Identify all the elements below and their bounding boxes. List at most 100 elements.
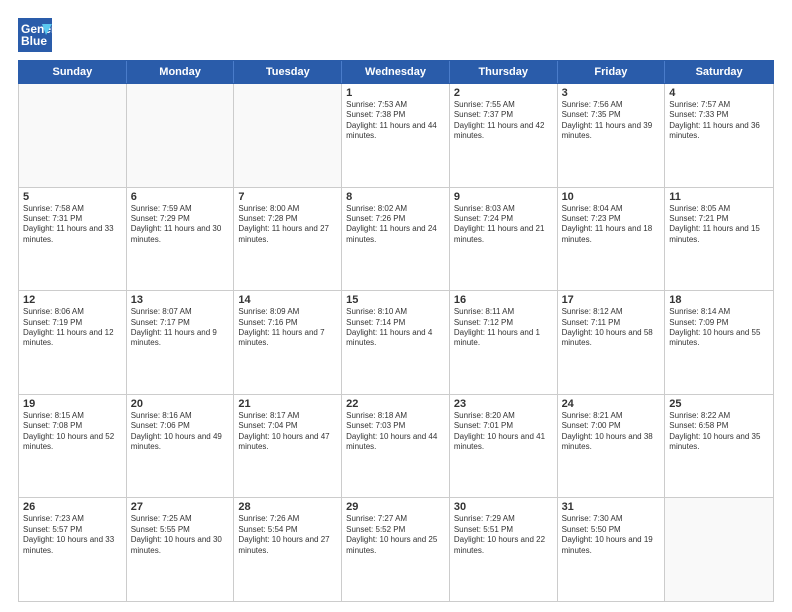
day-info: Sunrise: 7:27 AM Sunset: 5:52 PM Dayligh… bbox=[346, 514, 445, 556]
day-number: 21 bbox=[238, 398, 337, 410]
day-number: 9 bbox=[454, 191, 553, 203]
weekday-label: Monday bbox=[127, 61, 235, 83]
day-info: Sunrise: 8:22 AM Sunset: 6:58 PM Dayligh… bbox=[669, 411, 769, 453]
day-number: 27 bbox=[131, 501, 230, 513]
calendar: SundayMondayTuesdayWednesdayThursdayFrid… bbox=[18, 60, 774, 602]
calendar-cell: 23Sunrise: 8:20 AM Sunset: 7:01 PM Dayli… bbox=[450, 395, 558, 498]
day-number: 31 bbox=[562, 501, 661, 513]
day-number: 1 bbox=[346, 87, 445, 99]
day-info: Sunrise: 8:14 AM Sunset: 7:09 PM Dayligh… bbox=[669, 307, 769, 349]
calendar-cell: 4Sunrise: 7:57 AM Sunset: 7:33 PM Daylig… bbox=[665, 84, 773, 187]
calendar-cell: 20Sunrise: 8:16 AM Sunset: 7:06 PM Dayli… bbox=[127, 395, 235, 498]
day-info: Sunrise: 7:26 AM Sunset: 5:54 PM Dayligh… bbox=[238, 514, 337, 556]
day-number: 19 bbox=[23, 398, 122, 410]
day-info: Sunrise: 8:00 AM Sunset: 7:28 PM Dayligh… bbox=[238, 204, 337, 246]
weekday-label: Sunday bbox=[19, 61, 127, 83]
calendar-cell: 12Sunrise: 8:06 AM Sunset: 7:19 PM Dayli… bbox=[19, 291, 127, 394]
calendar-cell: 18Sunrise: 8:14 AM Sunset: 7:09 PM Dayli… bbox=[665, 291, 773, 394]
calendar-row: 26Sunrise: 7:23 AM Sunset: 5:57 PM Dayli… bbox=[19, 498, 773, 601]
day-number: 24 bbox=[562, 398, 661, 410]
page: GeneralBlue SundayMondayTuesdayWednesday… bbox=[0, 0, 792, 612]
day-info: Sunrise: 8:12 AM Sunset: 7:11 PM Dayligh… bbox=[562, 307, 661, 349]
calendar-cell: 5Sunrise: 7:58 AM Sunset: 7:31 PM Daylig… bbox=[19, 188, 127, 291]
calendar-row: 5Sunrise: 7:58 AM Sunset: 7:31 PM Daylig… bbox=[19, 188, 773, 292]
day-info: Sunrise: 7:55 AM Sunset: 7:37 PM Dayligh… bbox=[454, 100, 553, 142]
calendar-cell: 7Sunrise: 8:00 AM Sunset: 7:28 PM Daylig… bbox=[234, 188, 342, 291]
calendar-cell: 21Sunrise: 8:17 AM Sunset: 7:04 PM Dayli… bbox=[234, 395, 342, 498]
day-number: 23 bbox=[454, 398, 553, 410]
day-number: 10 bbox=[562, 191, 661, 203]
day-number: 12 bbox=[23, 294, 122, 306]
calendar-cell: 9Sunrise: 8:03 AM Sunset: 7:24 PM Daylig… bbox=[450, 188, 558, 291]
calendar-row: 12Sunrise: 8:06 AM Sunset: 7:19 PM Dayli… bbox=[19, 291, 773, 395]
calendar-cell: 15Sunrise: 8:10 AM Sunset: 7:14 PM Dayli… bbox=[342, 291, 450, 394]
day-info: Sunrise: 7:25 AM Sunset: 5:55 PM Dayligh… bbox=[131, 514, 230, 556]
day-number: 15 bbox=[346, 294, 445, 306]
calendar-cell: 1Sunrise: 7:53 AM Sunset: 7:38 PM Daylig… bbox=[342, 84, 450, 187]
calendar-cell: 30Sunrise: 7:29 AM Sunset: 5:51 PM Dayli… bbox=[450, 498, 558, 601]
day-info: Sunrise: 8:02 AM Sunset: 7:26 PM Dayligh… bbox=[346, 204, 445, 246]
day-info: Sunrise: 8:10 AM Sunset: 7:14 PM Dayligh… bbox=[346, 307, 445, 349]
weekday-label: Thursday bbox=[450, 61, 558, 83]
day-number: 29 bbox=[346, 501, 445, 513]
svg-text:Blue: Blue bbox=[21, 34, 47, 48]
calendar-cell bbox=[234, 84, 342, 187]
calendar-cell: 11Sunrise: 8:05 AM Sunset: 7:21 PM Dayli… bbox=[665, 188, 773, 291]
calendar-cell: 3Sunrise: 7:56 AM Sunset: 7:35 PM Daylig… bbox=[558, 84, 666, 187]
day-number: 17 bbox=[562, 294, 661, 306]
calendar-cell: 26Sunrise: 7:23 AM Sunset: 5:57 PM Dayli… bbox=[19, 498, 127, 601]
calendar-cell: 13Sunrise: 8:07 AM Sunset: 7:17 PM Dayli… bbox=[127, 291, 235, 394]
calendar-cell: 17Sunrise: 8:12 AM Sunset: 7:11 PM Dayli… bbox=[558, 291, 666, 394]
day-info: Sunrise: 7:23 AM Sunset: 5:57 PM Dayligh… bbox=[23, 514, 122, 556]
day-info: Sunrise: 7:56 AM Sunset: 7:35 PM Dayligh… bbox=[562, 100, 661, 142]
day-number: 3 bbox=[562, 87, 661, 99]
calendar-row: 1Sunrise: 7:53 AM Sunset: 7:38 PM Daylig… bbox=[19, 84, 773, 188]
calendar-cell: 31Sunrise: 7:30 AM Sunset: 5:50 PM Dayli… bbox=[558, 498, 666, 601]
day-info: Sunrise: 8:17 AM Sunset: 7:04 PM Dayligh… bbox=[238, 411, 337, 453]
calendar-cell: 25Sunrise: 8:22 AM Sunset: 6:58 PM Dayli… bbox=[665, 395, 773, 498]
day-info: Sunrise: 8:20 AM Sunset: 7:01 PM Dayligh… bbox=[454, 411, 553, 453]
day-number: 28 bbox=[238, 501, 337, 513]
calendar-cell bbox=[665, 498, 773, 601]
day-info: Sunrise: 7:57 AM Sunset: 7:33 PM Dayligh… bbox=[669, 100, 769, 142]
day-number: 30 bbox=[454, 501, 553, 513]
calendar-cell: 24Sunrise: 8:21 AM Sunset: 7:00 PM Dayli… bbox=[558, 395, 666, 498]
header: GeneralBlue bbox=[18, 18, 774, 52]
logo-icon: GeneralBlue bbox=[18, 18, 52, 52]
weekday-label: Wednesday bbox=[342, 61, 450, 83]
day-info: Sunrise: 8:09 AM Sunset: 7:16 PM Dayligh… bbox=[238, 307, 337, 349]
calendar-body: 1Sunrise: 7:53 AM Sunset: 7:38 PM Daylig… bbox=[18, 84, 774, 602]
day-number: 22 bbox=[346, 398, 445, 410]
day-number: 20 bbox=[131, 398, 230, 410]
day-info: Sunrise: 7:58 AM Sunset: 7:31 PM Dayligh… bbox=[23, 204, 122, 246]
calendar-cell: 14Sunrise: 8:09 AM Sunset: 7:16 PM Dayli… bbox=[234, 291, 342, 394]
calendar-cell: 29Sunrise: 7:27 AM Sunset: 5:52 PM Dayli… bbox=[342, 498, 450, 601]
day-number: 8 bbox=[346, 191, 445, 203]
day-number: 26 bbox=[23, 501, 122, 513]
calendar-cell: 10Sunrise: 8:04 AM Sunset: 7:23 PM Dayli… bbox=[558, 188, 666, 291]
day-info: Sunrise: 7:29 AM Sunset: 5:51 PM Dayligh… bbox=[454, 514, 553, 556]
weekday-label: Saturday bbox=[665, 61, 773, 83]
calendar-weekday-header: SundayMondayTuesdayWednesdayThursdayFrid… bbox=[18, 60, 774, 84]
day-number: 7 bbox=[238, 191, 337, 203]
day-info: Sunrise: 7:53 AM Sunset: 7:38 PM Dayligh… bbox=[346, 100, 445, 142]
calendar-cell: 16Sunrise: 8:11 AM Sunset: 7:12 PM Dayli… bbox=[450, 291, 558, 394]
day-info: Sunrise: 8:03 AM Sunset: 7:24 PM Dayligh… bbox=[454, 204, 553, 246]
day-number: 14 bbox=[238, 294, 337, 306]
calendar-cell: 2Sunrise: 7:55 AM Sunset: 7:37 PM Daylig… bbox=[450, 84, 558, 187]
calendar-cell: 22Sunrise: 8:18 AM Sunset: 7:03 PM Dayli… bbox=[342, 395, 450, 498]
day-number: 6 bbox=[131, 191, 230, 203]
day-number: 11 bbox=[669, 191, 769, 203]
calendar-cell bbox=[127, 84, 235, 187]
day-info: Sunrise: 8:11 AM Sunset: 7:12 PM Dayligh… bbox=[454, 307, 553, 349]
logo: GeneralBlue bbox=[18, 18, 52, 52]
calendar-cell bbox=[19, 84, 127, 187]
weekday-label: Friday bbox=[558, 61, 666, 83]
day-info: Sunrise: 8:04 AM Sunset: 7:23 PM Dayligh… bbox=[562, 204, 661, 246]
day-info: Sunrise: 8:18 AM Sunset: 7:03 PM Dayligh… bbox=[346, 411, 445, 453]
calendar-cell: 27Sunrise: 7:25 AM Sunset: 5:55 PM Dayli… bbox=[127, 498, 235, 601]
day-number: 25 bbox=[669, 398, 769, 410]
weekday-label: Tuesday bbox=[234, 61, 342, 83]
day-info: Sunrise: 7:59 AM Sunset: 7:29 PM Dayligh… bbox=[131, 204, 230, 246]
calendar-row: 19Sunrise: 8:15 AM Sunset: 7:08 PM Dayli… bbox=[19, 395, 773, 499]
